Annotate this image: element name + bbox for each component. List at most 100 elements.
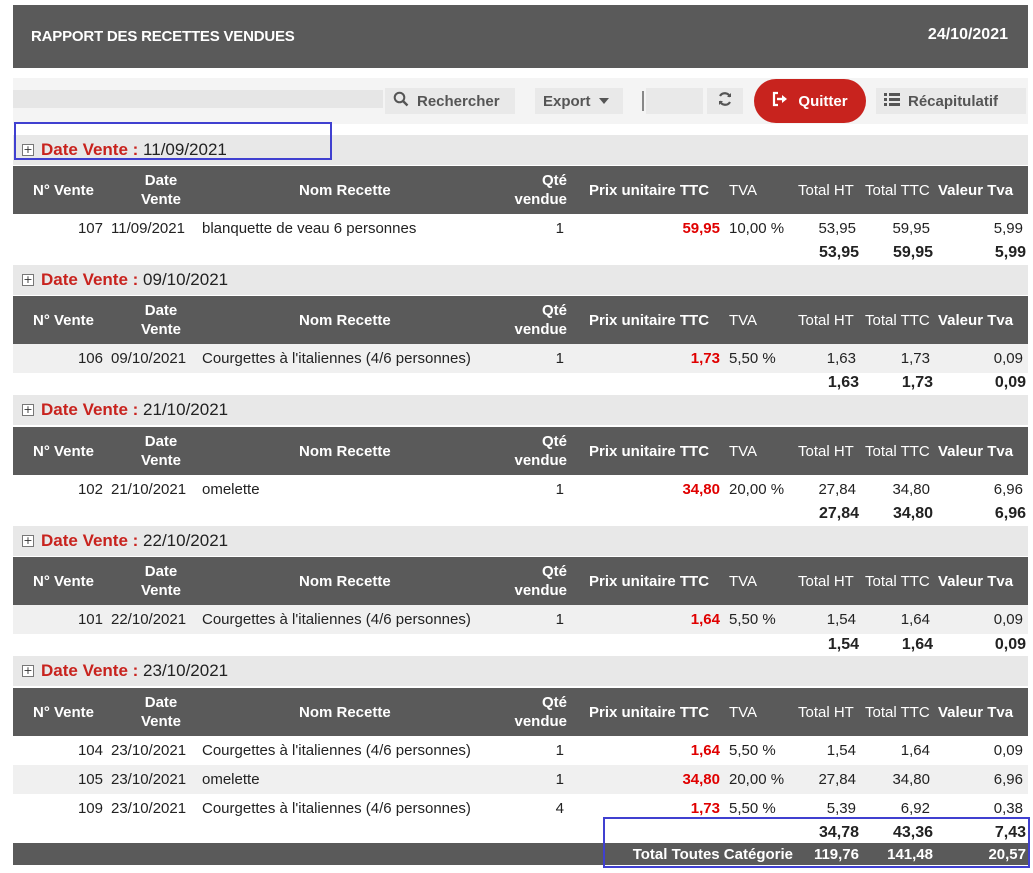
refresh-button[interactable]: [707, 88, 743, 114]
total-ht: 1,63: [827, 374, 859, 391]
col-ttc: Total TTC: [865, 442, 930, 460]
table-header: N° Vente Date Vente Nom Recette Qté vend…: [13, 296, 1028, 344]
cell-qty: 1: [555, 771, 564, 788]
group-total: 1,54 1,64 0,09: [13, 634, 1028, 656]
group-date: 23/10/2021: [143, 661, 229, 680]
col-qty: Qté vendue: [514, 302, 567, 338]
col-price: Prix unitaire TTC: [589, 442, 710, 460]
cell-date: 21/10/2021: [111, 481, 187, 498]
page-title: RAPPORT DES RECETTES VENDUES: [31, 28, 295, 45]
toolbar-band: [13, 90, 383, 108]
expand-icon[interactable]: +: [22, 535, 34, 547]
cell-ht: 5,39: [826, 800, 856, 817]
group-header[interactable]: + Date Vente : 09/10/2021: [13, 265, 1028, 295]
cell-ht: 27,84: [818, 481, 856, 498]
group-total: 27,84 34,80 6,96: [13, 503, 1028, 525]
cell-num: 102: [77, 481, 103, 498]
col-name: Nom Recette: [299, 311, 391, 329]
col-qty: Qté vendue: [514, 172, 567, 208]
summary-button[interactable]: Récapitulatif: [876, 88, 1026, 114]
export-dropdown-label: Export: [543, 92, 591, 110]
col-ttc: Total TTC: [865, 311, 930, 329]
caret-down-icon: [598, 92, 609, 110]
col-num: N° Vente: [33, 311, 95, 329]
table-row[interactable]: 102 21/10/2021 omelette 1 34,80 20,00 % …: [13, 475, 1028, 504]
col-vtva: Valeur Tva: [938, 572, 1014, 590]
col-date: Date Vente: [140, 433, 182, 469]
col-qty: Qté vendue: [514, 433, 567, 469]
quit-button[interactable]: Quitter: [754, 79, 866, 123]
cell-vtva: 6,96: [993, 481, 1023, 498]
cell-qty: 1: [555, 611, 564, 628]
cell-name: Courgettes à l'italiennes (4/6 personnes…: [202, 611, 471, 628]
col-num: N° Vente: [33, 181, 95, 199]
cell-ttc: 1,64: [900, 742, 930, 759]
table-header: N° Vente Date Vente Nom Recette Qté vend…: [13, 166, 1028, 214]
col-ttc: Total TTC: [865, 572, 930, 590]
table-row[interactable]: 106 09/10/2021 Courgettes à l'italiennes…: [13, 344, 1028, 373]
cell-tva: 5,50 %: [729, 611, 776, 628]
group-date: 22/10/2021: [143, 531, 229, 550]
cell-price: 1,73: [690, 800, 720, 817]
cell-date: 09/10/2021: [111, 350, 187, 367]
cell-name: Courgettes à l'italiennes (4/6 personnes…: [202, 742, 471, 759]
table-row[interactable]: 105 23/10/2021 omelette 1 34,80 20,00 % …: [13, 765, 1028, 794]
cell-num: 104: [77, 742, 103, 759]
total-ttc: 34,80: [892, 505, 933, 522]
expand-icon[interactable]: +: [22, 274, 34, 286]
col-ttc: Total TTC: [865, 181, 930, 199]
col-ht: Total HT: [798, 703, 854, 721]
col-num: N° Vente: [33, 703, 95, 721]
cell-vtva: 0,09: [993, 350, 1023, 367]
table-row[interactable]: 107 11/09/2021 blanquette de veau 6 pers…: [13, 214, 1028, 243]
cell-tva: 20,00 %: [729, 481, 785, 498]
cell-qty: 1: [555, 350, 564, 367]
cell-ttc: 1,64: [900, 611, 930, 628]
col-num: N° Vente: [33, 572, 95, 590]
cell-qty: 1: [555, 220, 564, 237]
total-ttc: 59,95: [892, 244, 933, 261]
total-vtva: 0,09: [994, 374, 1026, 391]
expand-icon[interactable]: +: [22, 404, 34, 416]
table-row[interactable]: 104 23/10/2021 Courgettes à l'italiennes…: [13, 736, 1028, 765]
toolbar: Rechercher Export Quitter Récapitulatif: [13, 78, 1028, 124]
total-vtva: 5,99: [994, 244, 1026, 261]
expand-icon[interactable]: +: [22, 665, 34, 677]
cell-date: 23/10/2021: [111, 800, 187, 817]
col-vtva: Valeur Tva: [938, 181, 1014, 199]
table-header: N° Vente Date Vente Nom Recette Qté vend…: [13, 427, 1028, 475]
col-qty: Qté vendue: [514, 563, 567, 599]
total-ht: 1,54: [827, 636, 859, 653]
toolbar-separator: [642, 91, 644, 111]
col-tva: TVA: [729, 572, 758, 590]
cell-ht: 53,95: [818, 220, 856, 237]
cell-name: blanquette de veau 6 personnes: [202, 220, 417, 237]
search-button[interactable]: Rechercher: [385, 88, 515, 114]
group-header[interactable]: + Date Vente : 23/10/2021: [13, 656, 1028, 686]
col-date: Date Vente: [140, 172, 182, 208]
cell-vtva: 0,09: [993, 611, 1023, 628]
cell-ttc: 1,73: [900, 350, 930, 367]
table-row[interactable]: 101 22/10/2021 Courgettes à l'italiennes…: [13, 605, 1028, 634]
col-ht: Total HT: [798, 311, 854, 329]
col-date: Date Vente: [140, 563, 182, 599]
cell-ht: 27,84: [818, 771, 856, 788]
group-header[interactable]: + Date Vente : 21/10/2021: [13, 395, 1028, 425]
cell-tva: 5,50 %: [729, 742, 776, 759]
col-date: Date Vente: [140, 302, 182, 338]
cell-name: Courgettes à l'italiennes (4/6 personnes…: [202, 800, 471, 817]
col-tva: TVA: [729, 703, 758, 721]
col-tva: TVA: [729, 442, 758, 460]
col-tva: TVA: [729, 181, 758, 199]
highlight-box: [14, 122, 332, 160]
col-price: Prix unitaire TTC: [589, 181, 710, 199]
cell-name: omelette: [202, 481, 260, 498]
cell-price: 34,80: [682, 481, 720, 498]
table-header: N° Vente Date Vente Nom Recette Qté vend…: [13, 557, 1028, 605]
col-name: Nom Recette: [299, 572, 391, 590]
search-button-label: Rechercher: [417, 92, 500, 110]
col-name: Nom Recette: [299, 703, 391, 721]
export-dropdown[interactable]: Export: [535, 88, 623, 114]
group-header[interactable]: + Date Vente : 22/10/2021: [13, 526, 1028, 556]
total-ttc: 1,73: [901, 374, 933, 391]
